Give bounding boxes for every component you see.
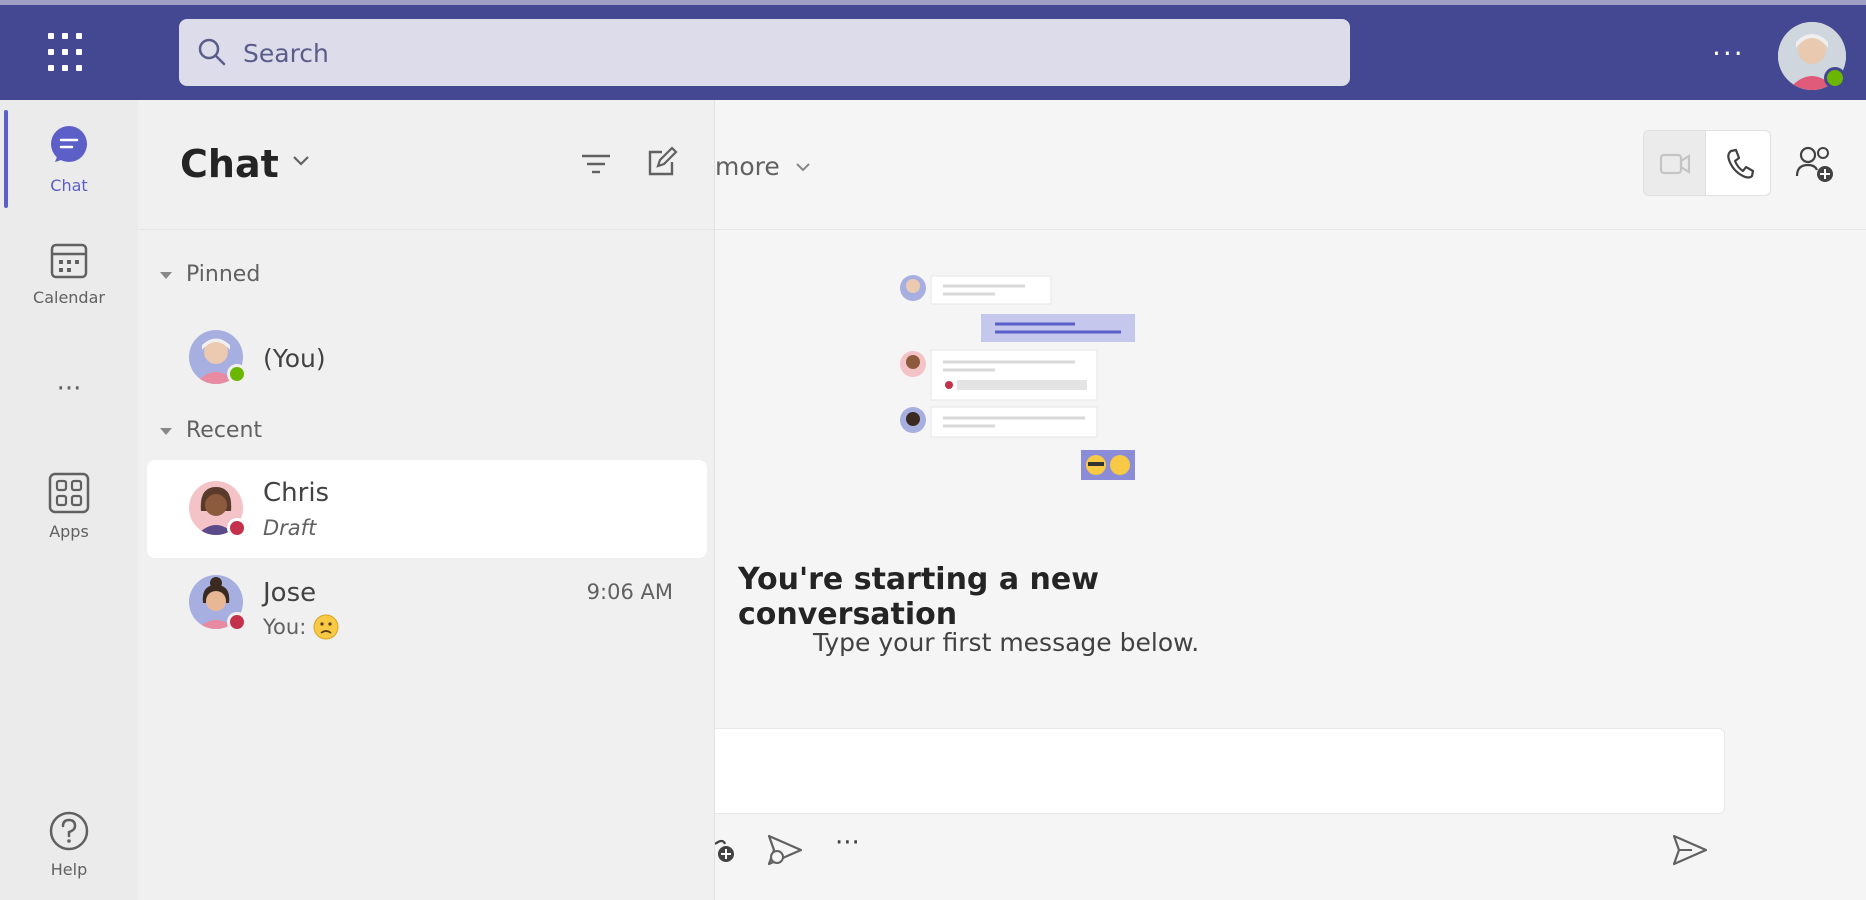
chat-preview: You: [263,614,339,640]
section-label: Recent [186,418,263,443]
chat-name: Chris [263,478,330,508]
rail-item-more[interactable]: ··· [0,370,138,404]
conversation-title: You're starting a new conversation [738,562,1099,632]
call-button-group [1643,130,1771,196]
top-bar: Search ··· [0,0,1866,100]
more-participants-label: more [715,152,780,181]
filter-icon[interactable] [580,150,612,178]
chat-preview-text: You: [263,615,313,639]
calendar-icon [50,243,88,279]
collapse-icon [160,271,172,279]
rail-item-apps[interactable]: Apps [0,472,138,541]
settings-more-button[interactable]: ··· [1712,37,1745,70]
chat-row-jose[interactable]: Jose 9:06 AM You: [147,560,707,658]
rail-item-help[interactable]: Help [0,810,138,879]
presence-available-icon [1824,67,1846,89]
conversation-header: more [715,100,1866,230]
add-people-icon[interactable] [1795,144,1835,184]
new-chat-icon[interactable] [646,146,678,178]
search-icon [198,38,226,66]
chat-list-header: Chat [138,100,714,230]
chat-preview: Draft [263,516,317,540]
schedule-send-icon[interactable] [765,830,805,870]
page-title[interactable]: Chat [180,142,279,186]
more-participants-button[interactable]: more [715,152,812,181]
rail-label-help: Help [50,860,88,879]
section-label: Pinned [186,262,261,287]
app-rail: Chat Calendar ··· Apps Help [0,100,138,900]
more-options-button[interactable]: ··· [835,828,860,858]
more-icon: ··· [56,374,82,404]
attach-icon[interactable] [715,830,739,870]
presence-available-icon [227,364,247,384]
chat-row-chris[interactable]: Chris Draft [147,460,707,558]
presence-busy-icon [227,612,247,632]
sad-emoji-icon [313,614,339,640]
collapse-icon [160,427,172,435]
message-input[interactable] [715,728,1725,814]
chat-name: (You) [263,344,326,373]
rail-label-chat: Chat [50,176,88,195]
new-conversation-illustration [900,275,1135,480]
rail-label-apps: Apps [49,522,89,541]
section-pinned[interactable]: Pinned [160,262,260,287]
conversation-subtitle: Type your first message below. [813,628,1200,657]
rail-item-chat[interactable]: Chat [0,124,138,195]
chevron-down-icon [796,163,810,172]
chat-icon [51,126,87,162]
help-icon [49,811,89,851]
rail-label-calendar: Calendar [33,288,105,307]
chat-list-pane: Chat Pinned (You) Recent Chris Draft Jos… [138,100,715,900]
audio-call-button[interactable] [1707,131,1770,195]
chat-row-you[interactable]: (You) [147,312,707,410]
send-icon[interactable] [1670,830,1710,870]
video-call-button[interactable] [1644,131,1706,195]
search-input[interactable]: Search [179,19,1350,86]
search-placeholder: Search [243,39,329,68]
app-launcher-icon[interactable] [48,33,88,73]
video-camera-icon [1659,153,1691,175]
chevron-down-icon[interactable] [290,150,312,172]
conversation-pane: more You're starting a new conversation … [715,100,1866,900]
chat-name: Jose [263,578,317,608]
section-recent[interactable]: Recent [160,418,262,443]
apps-icon [48,472,90,514]
presence-busy-icon [227,518,247,538]
chat-timestamp: 9:06 AM [586,580,673,604]
rail-item-calendar[interactable]: Calendar [0,240,138,307]
phone-icon [1727,148,1755,179]
